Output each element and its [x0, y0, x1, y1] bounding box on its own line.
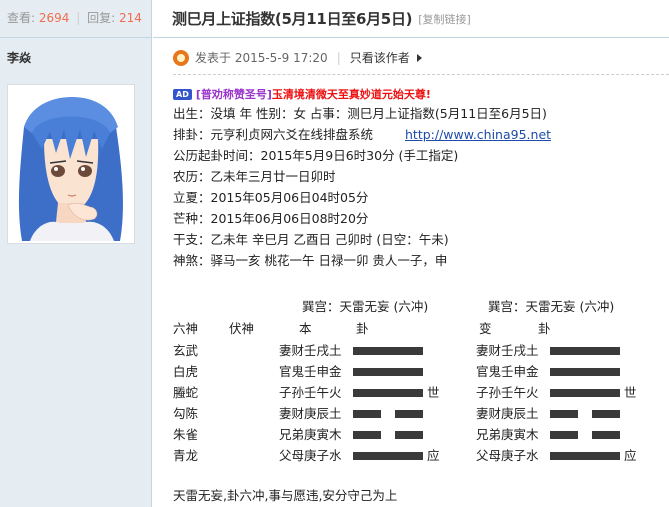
liushen-cell: 朱雀 [173, 427, 199, 442]
ben-gua-yao-name: 父母庚子水 [279, 448, 342, 463]
bian-gua-mark: 应 [624, 448, 637, 463]
avatar[interactable] [7, 84, 135, 244]
content-line: 公历起卦时间：2015年5月9日6时30分 (手工指定) [173, 148, 459, 163]
bian-gua-yao-name: 妻财壬戌土 [476, 343, 539, 358]
yin-segment [592, 431, 620, 439]
bian-gua-yao-name: 妻财庚辰土 [476, 406, 539, 421]
header-bian: 变 [479, 321, 492, 336]
post-main: 测巳月上证指数(5月11日至6月5日) [复制链接] 发表于 2015-5-9 … [153, 0, 669, 507]
yin-segment [592, 410, 620, 418]
header-liushen: 六神 [173, 321, 199, 336]
ad-text-red[interactable]: 玉清境清微天至真妙道元始天尊! [272, 86, 431, 102]
ad-text-purple[interactable]: [普劝称赞圣号] [196, 86, 272, 102]
ad-badge-icon: AD [173, 88, 192, 100]
post-meta: 发表于 2015-5-9 17:20 | 只看该作者 [173, 49, 422, 66]
thread-stats: 查看: 2694 | 回复: 214 [0, 0, 151, 38]
bian-gua-yao-line [550, 389, 620, 397]
thread-title: 测巳月上证指数(5月11日至6月5日) [172, 10, 413, 28]
bian-gua-yao-line [550, 347, 620, 355]
header-fushen: 伏神 [229, 321, 255, 336]
yin-segment [550, 410, 578, 418]
triangle-right-icon[interactable] [416, 53, 422, 62]
liushen-cell: 玄武 [173, 343, 199, 358]
bian-gua-yao-name: 兄弟庚寅木 [476, 427, 539, 442]
bian-gua-yao-line [550, 452, 620, 460]
stats-separator: | [76, 11, 81, 25]
content-line: 神煞：驿马一亥 桃花一午 日禄一卯 贵人一子，申 [173, 253, 448, 268]
ben-gua-yao-line [353, 389, 423, 397]
bian-gua-yao-line [550, 410, 620, 418]
ben-gua-yao-name: 兄弟庚寅木 [279, 427, 342, 442]
yin-segment [395, 431, 423, 439]
content-line: 排卦：元亨利贞网六爻在线排盘系统 http://www.china95.net [173, 126, 551, 144]
ben-gua-yao-name: 子孙壬午火 [279, 385, 342, 400]
ben-gua-yao-name: 妻财壬戌土 [279, 343, 342, 358]
ben-gua-yao-line [353, 452, 423, 460]
thread-title-bar: 测巳月上证指数(5月11日至6月5日) [复制链接] [153, 0, 669, 38]
yin-segment [550, 431, 578, 439]
bian-gua-yao-name: 官鬼壬申金 [476, 364, 539, 379]
copy-link-button[interactable]: [复制链接] [418, 11, 471, 27]
ben-gua-mark: 世 [427, 385, 440, 400]
content-line-text: 排卦：元亨利贞网六爻在线排盘系统 [173, 127, 374, 142]
post-sidebar: 查看: 2694 | 回复: 214 李焱 [0, 0, 152, 507]
meta-divider [173, 74, 669, 75]
bian-gua-title: 巽宫：天雷无妄 (六冲) [488, 299, 615, 314]
ben-gua-yao-line [353, 410, 423, 418]
header-gua-2: 卦 [538, 321, 551, 336]
bian-gua-mark: 世 [624, 385, 637, 400]
author-name[interactable]: 李焱 [7, 49, 31, 66]
anime-girl-avatar-image [10, 87, 132, 241]
header-ben: 本 [299, 321, 312, 336]
meta-separator: | [336, 50, 341, 65]
bian-gua-yao-line [550, 368, 620, 376]
content-line: 出生：没填 年 性别：女 占事：测巳月上证指数(5月11日至6月5日) [173, 106, 547, 121]
bian-gua-yao-name: 父母庚子水 [476, 448, 539, 463]
gua-summary: 天雷无妄,卦六冲,事与愿违,安分守己为上 [173, 488, 398, 503]
bian-gua-yao-name: 子孙壬午火 [476, 385, 539, 400]
replies-count: 214 [119, 11, 142, 25]
author-only-link[interactable]: 只看该作者 [350, 49, 410, 66]
content-line: 农历：乙未年三月廿一日卯时 [173, 169, 336, 184]
post-time: 发表于 2015-5-9 17:20 [195, 51, 328, 65]
ben-gua-yao-name: 官鬼壬申金 [279, 364, 342, 379]
views-count: 2694 [38, 11, 70, 25]
ad-banner[interactable]: AD [普劝称赞圣号] 玉清境清微天至真妙道元始天尊! [173, 86, 431, 102]
ben-gua-title: 巽宫：天雷无妄 (六冲) [302, 299, 429, 314]
china95-link[interactable]: http://www.china95.net [405, 127, 551, 142]
yin-segment [395, 410, 423, 418]
ben-gua-yao-line [353, 368, 423, 376]
replies-label: 回复: [87, 11, 116, 25]
liushen-cell: 白虎 [173, 364, 199, 379]
liushen-cell: 勾陈 [173, 406, 199, 421]
liushen-cell: 螣蛇 [173, 385, 199, 400]
content-line: 干支：乙未年 辛巳月 乙酉日 己卯时 (日空：午未) [173, 232, 449, 247]
online-status-icon [173, 49, 189, 66]
ben-gua-yao-line [353, 347, 423, 355]
ben-gua-yao-name: 妻财庚辰土 [279, 406, 342, 421]
liushen-cell: 青龙 [173, 448, 199, 463]
header-gua: 卦 [356, 321, 369, 336]
ben-gua-yao-line [353, 431, 423, 439]
content-line: 芒种：2015年06月06日08时20分 [173, 211, 369, 226]
content-line: 立夏：2015年05月06日04时05分 [173, 190, 369, 205]
ben-gua-mark: 应 [427, 448, 440, 463]
views-label: 查看: [7, 11, 36, 25]
yin-segment [353, 431, 381, 439]
bian-gua-yao-line [550, 431, 620, 439]
yin-segment [353, 410, 381, 418]
